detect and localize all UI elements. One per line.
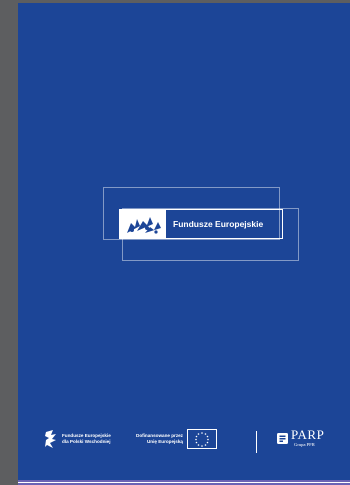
document-page: Fundusze Europejskie Fundusze Europejski… [18, 3, 350, 485]
footer-fe-logo: Fundusze Europejskie dla Polski Wschodni… [44, 429, 111, 449]
fundusze-europejskie-logo: Fundusze Europejskie [119, 209, 283, 239]
document-viewer: Fundusze Europejskie Fundusze Europejski… [0, 0, 350, 485]
footer-fe-line2: dla Polski Wschodniej [62, 439, 111, 444]
parp-logo: PARP Grupa PFR [277, 428, 324, 447]
fundusze-europejskie-star-icon [44, 429, 58, 449]
footer-fe-text: Fundusze Europejskie dla Polski Wschodni… [62, 433, 111, 445]
eu-funding-text: Dofinansowane przez Unię Europejską [136, 433, 183, 445]
eu-funding-logo: Dofinansowane przez Unię Europejską [136, 429, 217, 449]
eu-flag-icon [186, 429, 217, 449]
bottom-accent-stripe [18, 480, 350, 485]
logo-title: Fundusze Europejskie [173, 219, 264, 229]
eu-line2: Unię Europejską [146, 439, 183, 444]
fundusze-europejskie-star-icon [120, 210, 166, 238]
parp-icon [277, 429, 288, 444]
footer-divider [256, 431, 257, 453]
parp-name: PARP [291, 427, 325, 442]
parp-subtitle: Grupa PFR [294, 442, 315, 447]
